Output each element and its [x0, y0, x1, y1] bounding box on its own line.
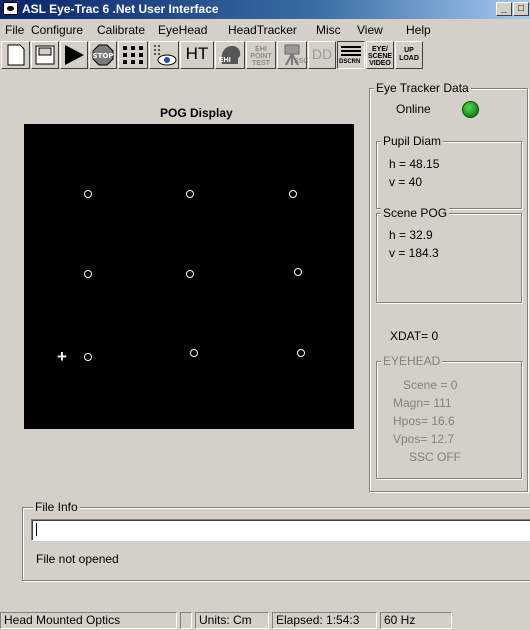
- eyehead-scene: Scene = 0: [403, 378, 458, 392]
- menu-view[interactable]: View: [357, 23, 383, 37]
- status-frequency: 60 Hz: [380, 612, 452, 629]
- file-info-group: File Info File not opened: [22, 500, 530, 581]
- calibration-point: [294, 268, 302, 276]
- play-button[interactable]: [60, 41, 88, 69]
- menu-bar: File Configure Calibrate EyeHead HeadTra…: [0, 20, 530, 40]
- status-led-icon: [462, 101, 479, 118]
- file-path-field[interactable]: [31, 519, 530, 541]
- maximize-button[interactable]: □: [513, 2, 529, 16]
- play-icon: [65, 45, 84, 65]
- pupil-diam-h: h = 48.15: [389, 157, 440, 171]
- pupil-diam-v: v = 40: [389, 175, 423, 189]
- dd-button[interactable]: DD: [308, 41, 336, 69]
- menu-eyehead[interactable]: EyeHead: [158, 23, 207, 37]
- app-eye-icon: [3, 2, 18, 15]
- menu-file[interactable]: File: [5, 23, 24, 37]
- ehi-point-test-label: EHI POINT TEST: [250, 46, 272, 67]
- scene-pog-h: h = 32.9: [389, 228, 433, 242]
- eyehead-magn: Magn= 111: [393, 396, 452, 410]
- xdat-value: XDAT= 0: [390, 329, 439, 343]
- pog-display[interactable]: +: [24, 124, 354, 429]
- status-bar: Head Mounted Optics Units: Cm Elapsed: 1…: [0, 610, 530, 630]
- head-icon: [221, 46, 241, 64]
- eyehead-group: EYEHEAD Scene = 0 Magn= 111 Hpos= 16.6 V…: [376, 354, 522, 479]
- eye-scene-video-label: EYE/ SCENE VIDEO: [367, 46, 393, 67]
- menu-help[interactable]: Help: [406, 23, 431, 37]
- scene-pog-v: v = 184.3: [389, 246, 439, 260]
- ssc-button[interactable]: SSC: [277, 41, 309, 69]
- upload-label: UP LOAD: [399, 47, 419, 62]
- eyehead-title: EYEHEAD: [381, 354, 443, 368]
- scene-pog-title: Scene POG: [381, 206, 450, 220]
- ehi-point-test-button[interactable]: EHI POINT TEST: [246, 41, 276, 69]
- calibration-point: [84, 270, 92, 278]
- eye-calibration-button[interactable]: [149, 41, 179, 69]
- calibration-point: [297, 349, 305, 357]
- calibration-point: [289, 190, 297, 198]
- upload-button[interactable]: UP LOAD: [395, 41, 423, 69]
- new-file-button[interactable]: [1, 41, 30, 69]
- window-title: ASL Eye-Trac 6 .Net User Interface: [22, 2, 219, 16]
- stop-button[interactable]: STOP: [89, 41, 117, 69]
- ssc-label: SSC: [294, 58, 309, 65]
- ht-label: HT: [185, 44, 209, 63]
- scene-pog-group: Scene POG h = 32.9 v = 184.3: [376, 206, 522, 303]
- new-file-icon: [7, 44, 25, 66]
- status-elapsed: Elapsed: 1:54:3: [272, 612, 377, 629]
- eye-tracker-data-group: Eye Tracker Data Online Pupil Diam h = 4…: [369, 81, 528, 492]
- eye-icon: [154, 45, 177, 66]
- stop-icon: STOP: [92, 44, 114, 66]
- eyehead-vpos: Vpos= 12.7: [393, 432, 455, 446]
- file-info-title: File Info: [33, 500, 80, 514]
- title-bar: ASL Eye-Trac 6 .Net User Interface _ □: [0, 0, 530, 19]
- eye-tracker-data-title: Eye Tracker Data: [374, 81, 471, 95]
- headtracker-button[interactable]: HT: [180, 41, 214, 69]
- menu-headtracker[interactable]: HeadTracker: [228, 23, 297, 37]
- floppy-icon: [35, 45, 55, 65]
- calibration-point: [190, 349, 198, 357]
- status-units: Units: Cm: [195, 612, 269, 629]
- calibration-point: [186, 270, 194, 278]
- status-blank: [180, 612, 192, 629]
- file-status: File not opened: [36, 552, 119, 566]
- eye-scene-video-button[interactable]: EYE/ SCENE VIDEO: [366, 41, 394, 69]
- dscrn-button[interactable]: DSCRN: [337, 41, 365, 69]
- save-button[interactable]: [31, 41, 59, 69]
- gaze-cursor: +: [57, 347, 67, 366]
- eyehead-hpos: Hpos= 16.6: [393, 414, 455, 428]
- calibration-point: [84, 353, 92, 361]
- menu-calibrate[interactable]: Calibrate: [97, 23, 145, 37]
- status-optics: Head Mounted Optics: [0, 612, 177, 629]
- ehi-button[interactable]: EHI: [215, 41, 245, 69]
- calibration-point: [186, 190, 194, 198]
- calibration-grid-button[interactable]: [118, 41, 148, 69]
- dd-label: DD: [311, 46, 333, 62]
- dot-grid-icon: [123, 46, 143, 64]
- pupil-diam-group: Pupil Diam h = 48.15 v = 40: [376, 134, 522, 209]
- pog-display-title: POG Display: [160, 106, 233, 120]
- svg-text:STOP: STOP: [93, 52, 114, 60]
- text-caret: [36, 523, 37, 536]
- display-lines-icon: [341, 46, 361, 56]
- eyehead-ssc: SSC OFF: [409, 450, 462, 464]
- dscrn-label: DSCRN: [339, 59, 361, 65]
- menu-configure[interactable]: Configure: [31, 23, 83, 37]
- online-status: Online: [396, 102, 431, 116]
- ehi-label: EHI: [219, 57, 231, 64]
- minimize-button[interactable]: _: [496, 2, 512, 16]
- calibration-point: [84, 190, 92, 198]
- pupil-diam-title: Pupil Diam: [381, 134, 444, 148]
- menu-misc[interactable]: Misc: [316, 23, 341, 37]
